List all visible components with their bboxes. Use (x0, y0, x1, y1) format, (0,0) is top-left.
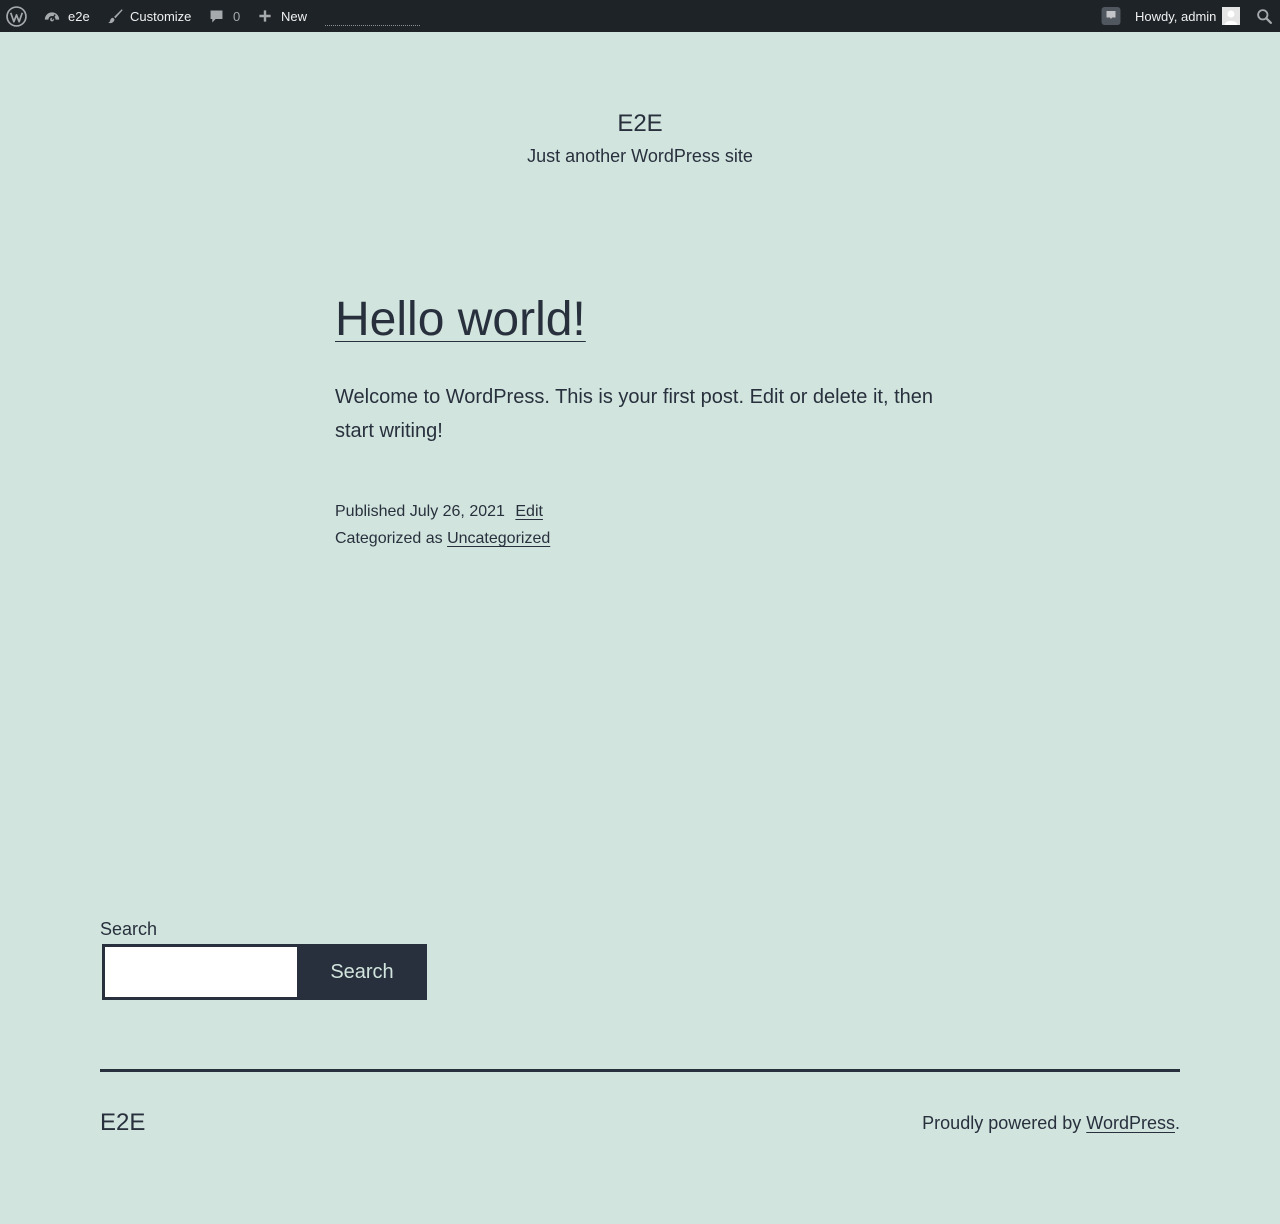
plus-icon (257, 8, 273, 24)
post-published-meta: Published July 26, 2021 Edit (335, 500, 543, 524)
admin-bar: e2e Customize 0 New Howdy, admin (0, 0, 1280, 32)
search-button[interactable]: Search (297, 944, 427, 1000)
wp-logo-menu[interactable] (6, 0, 27, 32)
site-title[interactable]: E2E (0, 108, 1280, 140)
dashboard-icon (43, 7, 61, 25)
comment-bubble-icon (208, 8, 225, 25)
edit-post-link[interactable]: Edit (515, 503, 543, 520)
post-title-link[interactable]: Hello world! (335, 293, 586, 346)
notification-icon (1101, 6, 1121, 26)
published-prefix: Published (335, 503, 406, 520)
site-name-label: e2e (68, 8, 90, 24)
published-date: July 26, 2021 (409, 503, 505, 520)
categorized-prefix: Categorized as (335, 530, 443, 547)
paintbrush-icon (106, 7, 124, 25)
site-tagline: Just another WordPress site (527, 146, 753, 166)
new-content-menu[interactable]: New (257, 0, 307, 32)
my-account-menu[interactable]: Howdy, admin (1135, 0, 1241, 32)
search-label: Search (100, 919, 158, 939)
admin-bar-empty-slot (325, 25, 420, 26)
category-link[interactable]: Uncategorized (447, 530, 550, 547)
comments-link[interactable]: 0 (208, 0, 240, 32)
footer-site-title[interactable]: E2E (100, 1108, 145, 1138)
admin-bar-search-button[interactable] (1256, 0, 1273, 32)
customize-label: Customize (130, 8, 192, 24)
site-name-menu[interactable]: e2e (43, 0, 90, 32)
wordpress-logo-icon (6, 5, 27, 27)
comments-count: 0 (233, 8, 241, 24)
powered-by: Proudly powered by WordPress. (922, 1111, 1180, 1135)
post-title: Hello world! (335, 290, 586, 350)
notifications-button[interactable] (1101, 0, 1121, 32)
avatar (1222, 7, 1241, 25)
footer-divider (100, 1069, 1180, 1072)
new-label: New (281, 8, 308, 24)
powered-prefix: Proudly powered by (922, 1113, 1082, 1133)
post-category-meta: Categorized as Uncategorized (335, 527, 550, 551)
search-icon (1256, 8, 1273, 25)
search-input[interactable] (102, 944, 300, 1000)
powered-suffix: . (1174, 1113, 1180, 1133)
customize-link[interactable]: Customize (106, 0, 191, 32)
greeting-label: Howdy, admin (1135, 8, 1217, 24)
post-content: Welcome to WordPress. This is your first… (335, 386, 934, 442)
wordpress-link[interactable]: WordPress (1086, 1113, 1175, 1133)
